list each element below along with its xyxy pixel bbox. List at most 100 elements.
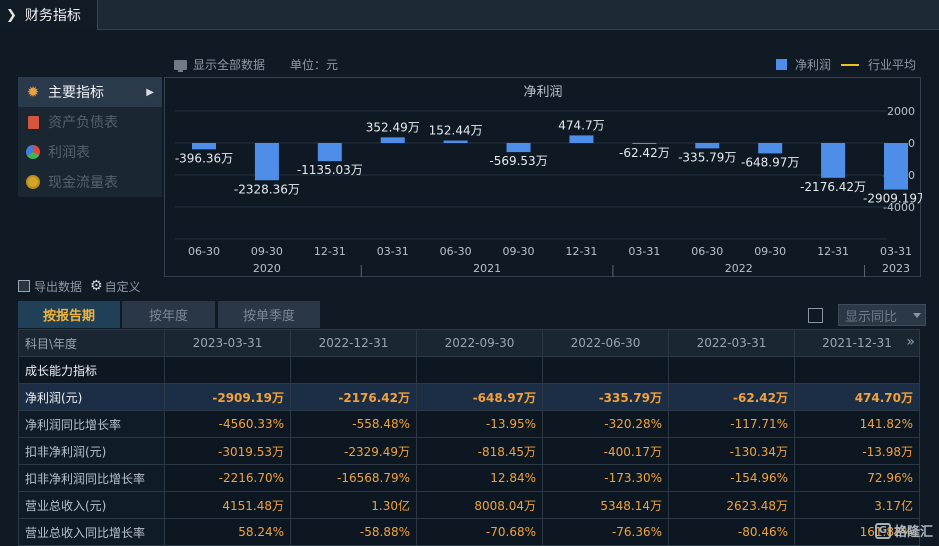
gear-icon: ⚙ [90, 278, 103, 294]
x-tick-label: 12-31 [314, 245, 346, 258]
unit-label: 单位：元 [290, 58, 339, 72]
section-cell [290, 356, 417, 384]
column-header-label: 2021-12-31 [822, 336, 892, 350]
bar-data-label: -648.97万 [741, 155, 799, 169]
value-cell: -648.97万 [416, 383, 543, 411]
value-cell: -62.42万 [668, 383, 795, 411]
section-row: 成长能力指标 [18, 356, 920, 384]
value-cell: -558.48% [290, 410, 417, 438]
tab-by-report-period[interactable]: 按报告期 [18, 301, 120, 328]
bar [821, 143, 846, 178]
value-cell: 474.70万 [794, 383, 920, 411]
export-data-button[interactable]: 导出数据 [34, 278, 82, 295]
value-cell: -117.71% [668, 410, 795, 438]
bar-data-label: -62.42万 [619, 146, 670, 160]
column-header: 2021-12-31 » [794, 329, 920, 357]
legend-industry-average: 行业平均 [868, 58, 917, 72]
bar [569, 135, 594, 143]
customize-button[interactable]: 自定义 [105, 278, 141, 295]
nav-item-cash-flow[interactable]: 现金流量表 [18, 167, 162, 197]
bar-data-label: 152.44万 [429, 124, 483, 138]
indicator-nav: ✹ 主要指标 ▶ 资产负债表 利润表 现金流量表 [18, 77, 162, 197]
value-cell: -4560.33% [164, 410, 291, 438]
double-chevron-right-icon[interactable]: » [906, 334, 915, 350]
value-cell: -154.96% [668, 464, 795, 492]
yoy-select[interactable]: 显示同比 [838, 304, 926, 326]
table-row[interactable]: 扣非净利润(元) -3019.53万 -2329.49万 -818.45万 -400.1… [18, 437, 920, 465]
value-cell: -400.17万 [542, 437, 669, 465]
nav-item-label: 利润表 [48, 145, 90, 161]
bar-chart-svg: 净利润20000-2000-4000-396.36万06-30-2328.36万… [175, 85, 922, 277]
year-label: 2020 [253, 262, 281, 275]
value-cell: -80.46% [668, 518, 795, 546]
table-row[interactable]: 扣非净利润同比增长率 -2216.70% -16568.79% 12.84% -173.… [18, 464, 920, 492]
value-cell: -335.79万 [542, 383, 669, 411]
bar [443, 140, 468, 143]
x-tick-label: 03-31 [377, 245, 409, 258]
section-title: 成长能力指标 [18, 356, 165, 384]
section-cell [416, 356, 543, 384]
bar [254, 143, 279, 181]
value-cell: 12.84% [416, 464, 543, 492]
column-header: 2022-03-31 [668, 329, 795, 357]
table-row[interactable]: 净利润同比增长率 -4560.33% -558.48% -13.95% -320.28%… [18, 410, 920, 438]
legend-net-profit: 净利润 [795, 58, 832, 72]
yoy-controls: 显示同比 [808, 303, 926, 327]
x-tick-label: 12-31 [565, 245, 597, 258]
x-tick-label: 06-30 [440, 245, 472, 258]
table-row[interactable]: 营业总收入同比增长率 58.24% -58.88% -70.68% -76.36% -80… [18, 518, 920, 546]
net-profit-chart: 净利润20000-2000-4000-396.36万06-30-2328.36万… [164, 77, 922, 277]
tab-by-year[interactable]: 按年度 [122, 301, 215, 328]
tab-by-quarter[interactable]: 按单季度 [218, 301, 320, 328]
period-tabs: 按报告期 按年度 按单季度 [18, 301, 322, 328]
row-label: 扣非净利润(元) [18, 437, 165, 465]
column-header: 2022-12-31 [290, 329, 417, 357]
bar-data-label: -1135.03万 [297, 163, 363, 177]
watermark-text: 格隆汇 [893, 525, 933, 540]
table-row[interactable]: 营业总收入(元) 4151.48万 1.30亿 8008.04万 5348.14万 262… [18, 491, 920, 519]
x-tick-label: 06-30 [691, 245, 723, 258]
monitor-icon [174, 59, 187, 72]
bar-data-label: 352.49万 [366, 120, 420, 134]
x-tick-label: 06-30 [188, 245, 220, 258]
value-cell: -76.36% [542, 518, 669, 546]
table-row[interactable]: 净利润(元) -2909.19万 -2176.42万 -648.97万 -335.79万… [18, 383, 920, 411]
document-icon [28, 115, 39, 129]
nav-item-income-statement[interactable]: 利润表 [18, 137, 162, 167]
value-cell: -16568.79% [290, 464, 417, 492]
nav-item-main-indicators[interactable]: ✹ 主要指标 ▶ [18, 77, 162, 107]
yoy-checkbox[interactable] [808, 307, 823, 323]
row-label: 营业总收入同比增长率 [18, 518, 165, 546]
bar-data-label: -2176.42万 [800, 180, 866, 194]
export-icon [18, 280, 30, 292]
bar-data-label: -2328.36万 [234, 182, 300, 196]
arrow-right-icon: ▶ [146, 86, 154, 98]
chevron-right-icon: ❯ [6, 7, 17, 23]
x-tick-label: 03-31 [880, 245, 912, 258]
show-all-data-button[interactable]: 显示全部数据 [174, 56, 265, 73]
chart-toolbar: 显示全部数据 单位：元 净利润 行业平均 [0, 56, 939, 72]
bar [506, 143, 531, 153]
section-cell [794, 356, 920, 384]
value-cell: -173.30% [542, 464, 669, 492]
x-tick-label: 09-30 [503, 245, 535, 258]
column-header: 2023-03-31 [164, 329, 291, 357]
logo-icon: G [874, 522, 891, 539]
value-cell: -2909.19万 [164, 383, 291, 411]
value-cell: 141.82% [794, 410, 920, 438]
x-tick-label: 09-30 [754, 245, 786, 258]
value-cell: -13.98万 [794, 437, 920, 465]
value-cell: -13.95% [416, 410, 543, 438]
bar [317, 143, 342, 162]
value-cell: 4151.48万 [164, 491, 291, 519]
bar-data-label: -396.36万 [175, 151, 233, 165]
nav-item-label: 现金流量表 [48, 175, 118, 191]
value-cell: 2623.48万 [668, 491, 795, 519]
window-tab[interactable]: ❯ 财务指标 [0, 0, 98, 30]
section-cell [164, 356, 291, 384]
title-bar: ❯ 财务指标 [0, 0, 939, 30]
header-subject-year: 科目\年度 [18, 329, 165, 357]
bar-data-label: 474.7万 [558, 118, 604, 132]
nav-item-balance-sheet[interactable]: 资产负债表 [18, 107, 162, 137]
legend-line-swatch [841, 63, 860, 66]
